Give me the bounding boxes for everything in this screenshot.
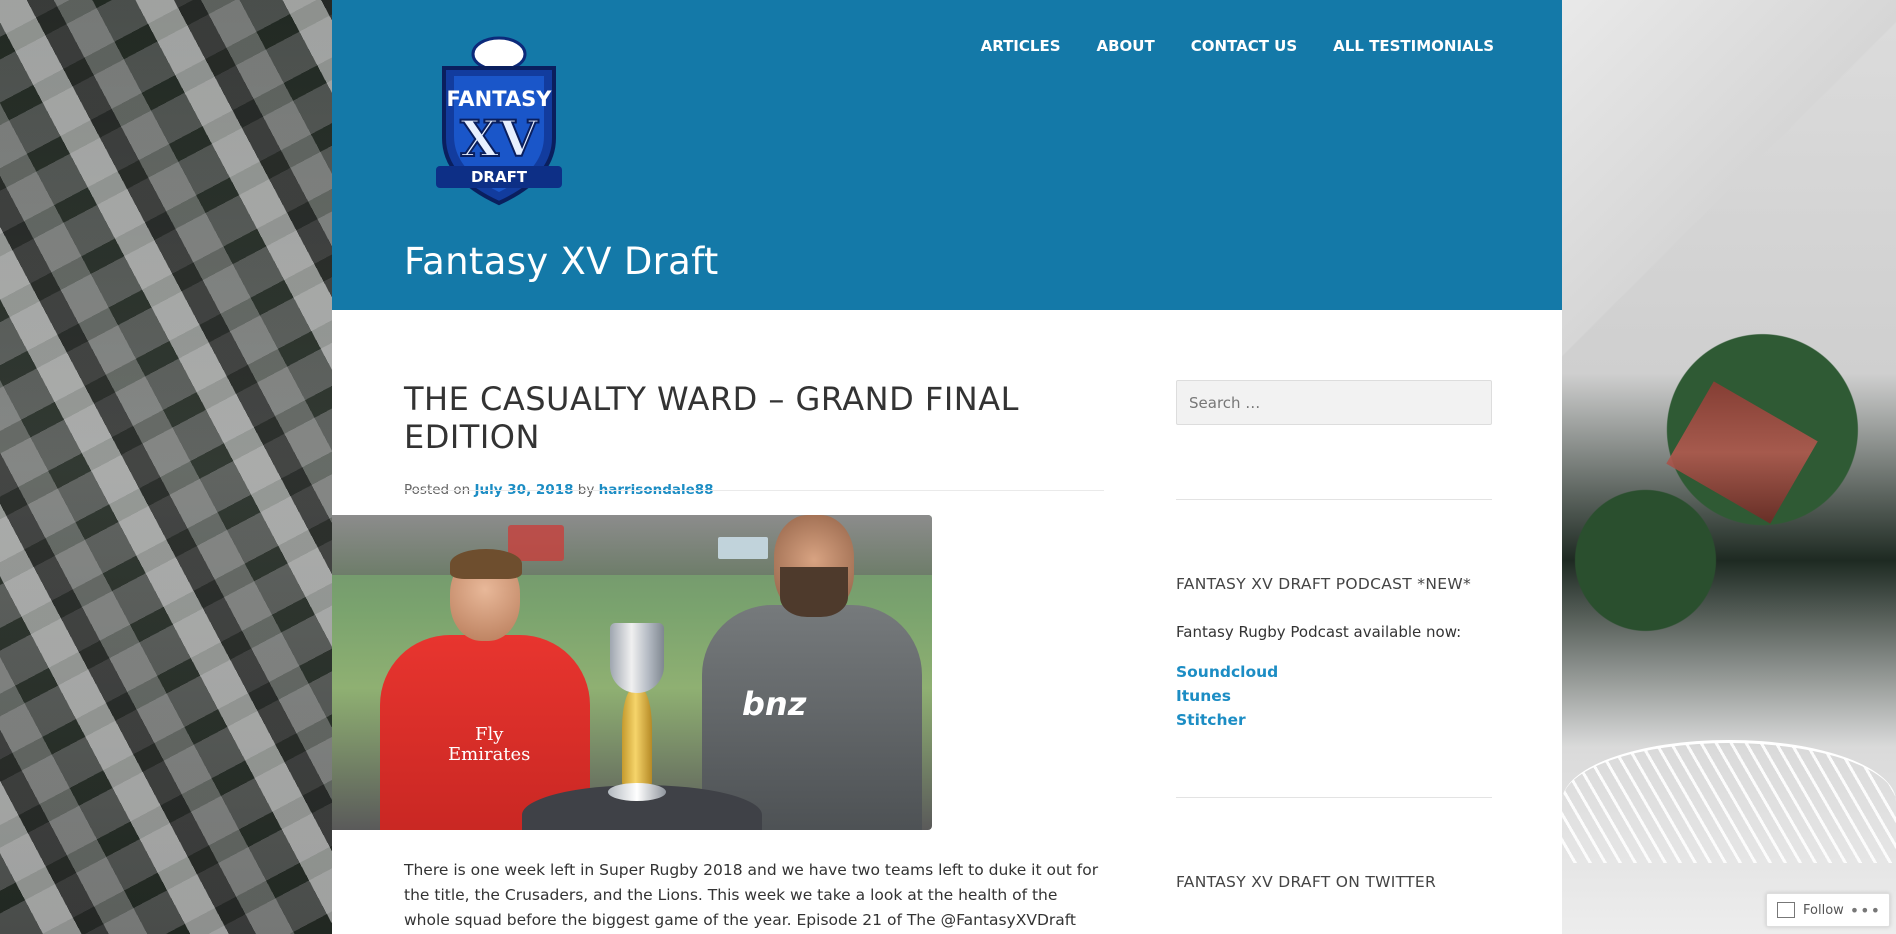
site-header: FANTASY XV DRAFT ARTICLES ABOUT CONTACT … [332, 0, 1562, 310]
post-title[interactable]: THE CASUALTY WARD – GRAND FINAL EDITION [404, 380, 1104, 456]
main-nav: ARTICLES ABOUT CONTACT US ALL TESTIMONIA… [981, 37, 1494, 55]
logo-text-bottom: DRAFT [471, 168, 528, 186]
background-right-aerial [1562, 0, 1896, 934]
post-body: There is one week left in Super Rugby 20… [404, 861, 1099, 929]
podcast-widget-title: FANTASY XV DRAFT PODCAST *NEW* [1176, 575, 1472, 593]
site-title[interactable]: Fantasy XV Draft [404, 240, 719, 283]
image-player-right: bnz [702, 515, 922, 830]
trophy-icon [602, 623, 672, 813]
twitter-widget-title: FANTASY XV DRAFT ON TWITTER [1176, 873, 1437, 891]
podcast-widget-text: Fantasy Rugby Podcast available now: [1176, 623, 1462, 641]
post-header: THE CASUALTY WARD – GRAND FINAL EDITION … [404, 380, 1104, 498]
sidebar-divider [1176, 797, 1492, 798]
nav-item-contact-us[interactable]: CONTACT US [1191, 37, 1297, 55]
nav-item-all-testimonials[interactable]: ALL TESTIMONIALS [1333, 37, 1494, 55]
logo-text-mid: XV [460, 109, 539, 168]
podcast-links: Soundcloud Itunes Stitcher [1176, 660, 1278, 732]
more-options-icon[interactable]: ••• [1850, 901, 1881, 920]
post-divider [404, 490, 1104, 491]
follow-label[interactable]: Follow [1803, 903, 1844, 918]
podcast-link-itunes[interactable]: Itunes [1176, 684, 1278, 708]
shield-logo-icon: FANTASY XV DRAFT [436, 36, 562, 206]
nav-item-articles[interactable]: ARTICLES [981, 37, 1061, 55]
image-player-left: Fly Emirates [380, 549, 590, 830]
sidebar-search [1176, 380, 1492, 425]
image-sponsor-right: bnz [742, 685, 807, 723]
background-roof [1666, 381, 1818, 524]
follow-button[interactable]: Follow ••• [1766, 893, 1890, 927]
podcast-link-soundcloud[interactable]: Soundcloud [1176, 660, 1278, 684]
background-stadium-truss [1562, 740, 1896, 863]
post-featured-image: Fly Emirates bnz [332, 515, 932, 830]
sidebar-divider [1176, 499, 1492, 500]
logo-text-top: FANTASY [446, 87, 552, 111]
site-logo[interactable]: FANTASY XV DRAFT [424, 28, 574, 208]
search-input[interactable] [1176, 380, 1492, 425]
follow-icon [1777, 902, 1795, 918]
background-left-aerial [0, 0, 332, 934]
podcast-link-stitcher[interactable]: Stitcher [1176, 708, 1278, 732]
page-container: FANTASY XV DRAFT ARTICLES ABOUT CONTACT … [332, 0, 1562, 934]
image-sponsor-left: Fly Emirates [448, 724, 531, 765]
nav-item-about[interactable]: ABOUT [1097, 37, 1155, 55]
